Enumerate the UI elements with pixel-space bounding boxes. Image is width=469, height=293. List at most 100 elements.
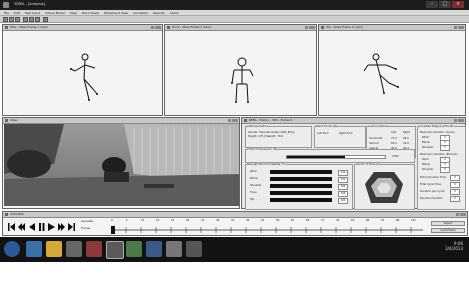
- side-view-pane[interactable]: Side - Video Frame 1 (cam): [2, 24, 163, 116]
- top-view-pane[interactable]: Top - Video Frame 1 (cam): [318, 24, 466, 116]
- strength-value: 100: [338, 177, 348, 183]
- last-frame-icon[interactable]: [67, 222, 76, 232]
- close-button[interactable]: ×: [452, 1, 464, 8]
- fatigue-extra-name: Total Cycle Time: [420, 183, 442, 186]
- fatigue-extra-field[interactable]: 0: [450, 182, 460, 188]
- tick-label: 36: [216, 219, 220, 222]
- spreadsheet-icon[interactable]: [126, 241, 142, 257]
- fatigue-row-name: Elbow: [422, 141, 430, 144]
- frame-tick-labels: 0 5 10 16 21 26 31 36 41 46 51 56 61 66 …: [111, 219, 423, 224]
- generate-label: Generate: [81, 220, 94, 223]
- video-icon: [5, 119, 8, 122]
- video-image: [4, 124, 239, 206]
- strength-bar: [270, 198, 332, 202]
- fatigue-extra-name: Exertion Duration: [420, 197, 443, 200]
- center-of-pressure-plot: [365, 172, 403, 203]
- analysis-title: REBA - History - 3DS - Frame 0: [249, 118, 292, 122]
- 3dsspp-icon[interactable]: [106, 241, 124, 259]
- load-frame-button[interactable]: Load Frame: [431, 228, 465, 233]
- browser-icon[interactable]: [26, 241, 42, 257]
- center-of-pressure-group: Center of Pressure: [354, 163, 415, 210]
- tool-icon[interactable]: [186, 241, 202, 257]
- fatigue-value-field[interactable]: 0: [440, 167, 450, 173]
- tick-label: 0: [111, 219, 113, 222]
- new-icon[interactable]: [3, 17, 8, 22]
- fatigue-row-name: Wrist: [422, 158, 429, 161]
- strength-value: 100: [338, 170, 348, 176]
- pane-buttons[interactable]: [454, 26, 464, 29]
- strength-bar: [270, 184, 332, 188]
- fatigue-value-field[interactable]: 0: [440, 145, 450, 151]
- side-view-figure: [70, 53, 98, 101]
- load-col-right: Right: [403, 131, 410, 134]
- model-icon[interactable]: [35, 17, 40, 22]
- animation-icon: [5, 213, 8, 216]
- maximize-button[interactable]: □: [439, 1, 451, 8]
- tick-label: 71: [321, 219, 325, 222]
- media-icon[interactable]: [66, 241, 82, 257]
- side-view-title: Side - Video Frame 1 (cam): [10, 25, 48, 29]
- step-back-icon[interactable]: [27, 222, 36, 232]
- l5s1-group: L5/S1 Compression (N) 2780: [245, 148, 415, 163]
- fatigue-extra-field[interactable]: 0: [450, 189, 460, 195]
- anthropometric-text-2: Height: 175.0 Weight: 70.0: [248, 135, 284, 138]
- video-pane[interactable]: Video: [2, 117, 240, 209]
- tick-label: 56: [276, 219, 280, 222]
- app-icon: [3, 2, 9, 8]
- cop-label: Center of Pressure: [356, 163, 380, 166]
- app-icon[interactable]: [86, 241, 102, 257]
- fast-forward-icon[interactable]: [57, 222, 66, 232]
- minimize-button[interactable]: –: [426, 1, 438, 8]
- analysis-header: REBA - History - 3DS - Frame 0: [242, 118, 465, 124]
- help-icon[interactable]: [43, 17, 48, 22]
- hand-forces-label: Hand Forces (N): [316, 125, 337, 128]
- fatigue-extra-name: Extra Duration Time: [420, 176, 447, 179]
- l5s1-value: 2780: [392, 155, 399, 158]
- frame-slider[interactable]: [111, 225, 426, 234]
- pane-buttons[interactable]: [456, 213, 466, 216]
- system-tray[interactable]: 9:06 3/4/2013: [445, 241, 463, 251]
- tick-label: 16: [156, 219, 160, 222]
- folder-icon[interactable]: [46, 241, 62, 257]
- view-icon: [321, 26, 324, 29]
- anthropometric-label: Anthropometric: [247, 125, 268, 128]
- strength-bar: [270, 177, 332, 181]
- pane-buttons[interactable]: [305, 26, 315, 29]
- document-icon[interactable]: [146, 241, 162, 257]
- strength-bar: [270, 170, 332, 174]
- fatigue-extra-field[interactable]: 0: [450, 175, 460, 181]
- toolbar: [0, 16, 469, 23]
- top-view-title: Top - Video Frame 1 (cam): [326, 25, 363, 29]
- open-icon[interactable]: [9, 17, 14, 22]
- fatigue-extra-field[interactable]: 0: [450, 196, 460, 202]
- rewind-icon[interactable]: [17, 222, 26, 232]
- video-frame: [4, 124, 239, 206]
- pane-buttons[interactable]: [454, 119, 464, 122]
- l5s1-gauge: [286, 155, 386, 159]
- pause-icon[interactable]: [37, 222, 46, 232]
- import-button[interactable]: Import: [431, 221, 465, 226]
- analysis-pane[interactable]: REBA - History - 3DS - Frame 0 Anthropom…: [241, 117, 466, 210]
- top-view-figure: [363, 53, 399, 94]
- tick-label: 26: [186, 219, 190, 222]
- fatigue-label: Localized Fatigue (25% Str): [419, 125, 455, 128]
- front-view-pane[interactable]: Front - Video Frame 1 (cam): [164, 24, 317, 116]
- tick-label: 86: [366, 219, 370, 222]
- tick-label: 76: [336, 219, 340, 222]
- tool-icon[interactable]: [166, 241, 182, 257]
- load-row-right: 28.0: [403, 137, 409, 140]
- start-icon[interactable]: [4, 241, 20, 257]
- pane-buttons[interactable]: [151, 26, 161, 29]
- first-frame-icon[interactable]: [7, 222, 16, 232]
- view-icon[interactable]: [29, 17, 34, 22]
- save-icon[interactable]: [15, 17, 20, 22]
- play-icon[interactable]: [47, 222, 56, 232]
- print-icon[interactable]: [23, 17, 28, 22]
- view-icon: [5, 26, 8, 29]
- strength-row-name: Shoulder: [250, 184, 262, 187]
- tick-label: 66: [306, 219, 310, 222]
- pane-buttons[interactable]: [228, 119, 238, 122]
- tick-label: 31: [201, 219, 205, 222]
- taskbar: 9:06 3/4/2013: [0, 237, 469, 262]
- title-bar: 3DMA - [Analysis] – □ ×: [0, 0, 469, 10]
